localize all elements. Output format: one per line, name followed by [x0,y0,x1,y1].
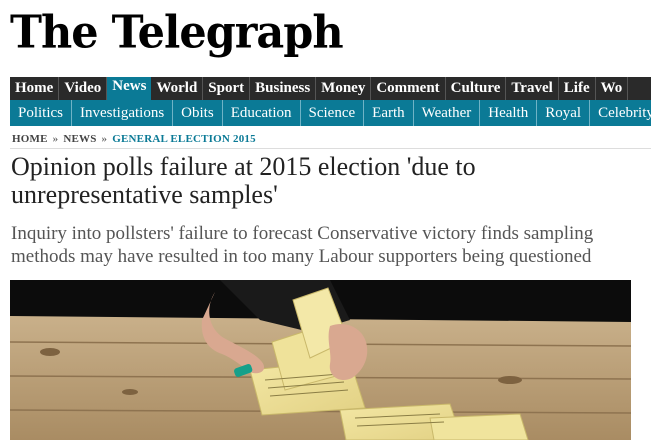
subnav-item-celebrity[interactable]: Celebrity [590,100,651,126]
subnav-item-health[interactable]: Health [480,100,538,126]
ballot-count-photo-illustration [10,280,631,440]
nav-item-business[interactable]: Business [250,77,317,100]
article-standfirst: Inquiry into pollsters' failure to forec… [11,223,594,267]
breadcrumb-separator: » [52,133,59,145]
telegraph-logo[interactable]: The Telegraph [10,3,344,64]
subnav-item-weather[interactable]: Weather [414,100,481,126]
breadcrumb-news[interactable]: NEWS [63,133,96,145]
nav-item-home[interactable]: Home [10,77,60,100]
breadcrumb-current[interactable]: GENERAL ELECTION 2015 [112,133,256,145]
article-headline: Opinion polls failure at 2015 election '… [11,152,476,209]
nav-item-money[interactable]: Money [316,77,372,100]
nav-item-world[interactable]: World [151,77,204,100]
nav-item-comment[interactable]: Comment [371,77,446,100]
secondary-nav: Politics Investigations Obits Education … [10,100,651,126]
subnav-item-royal[interactable]: Royal [537,100,591,126]
subnav-item-investigations[interactable]: Investigations [72,100,174,126]
nav-item-news[interactable]: News [107,77,152,100]
subnav-item-education[interactable]: Education [223,100,301,126]
nav-item-women[interactable]: Wo [596,77,629,100]
nav-item-travel[interactable]: Travel [506,77,559,100]
masthead: The Telegraph [10,3,344,64]
subnav-item-earth[interactable]: Earth [364,100,414,126]
breadcrumb: HOME » NEWS » GENERAL ELECTION 2015 [12,133,256,145]
breadcrumb-home[interactable]: HOME [12,133,48,145]
nav-item-culture[interactable]: Culture [446,77,507,100]
nav-item-video[interactable]: Video [59,77,108,100]
subnav-item-politics[interactable]: Politics [10,100,73,126]
subnav-item-obits[interactable]: Obits [173,100,223,126]
breadcrumb-separator: » [101,133,108,145]
nav-item-sport[interactable]: Sport [203,77,251,100]
nav-item-life[interactable]: Life [559,77,596,100]
divider [10,148,651,149]
article-hero-image[interactable] [10,280,631,440]
subnav-item-science[interactable]: Science [301,100,365,126]
primary-nav: Home Video News World Sport Business Mon… [10,77,651,100]
